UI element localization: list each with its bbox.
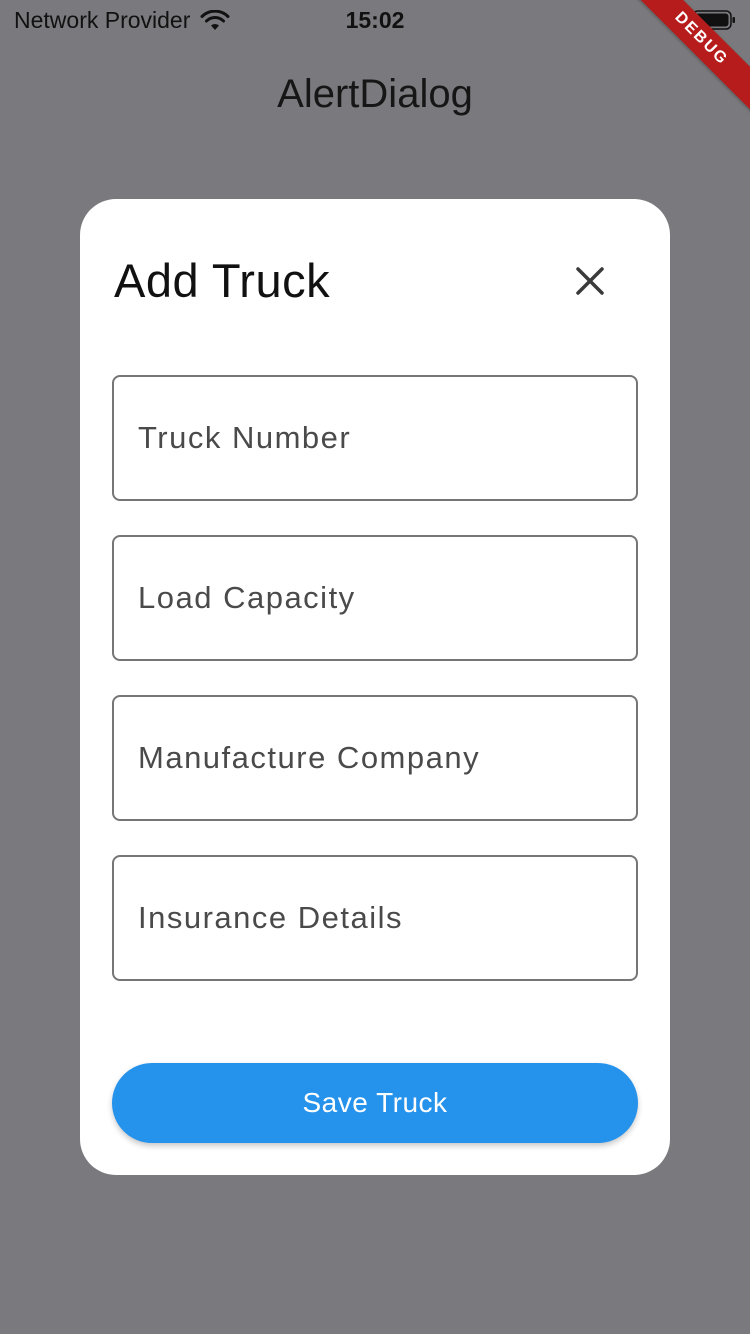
insurance-details-field[interactable]	[112, 855, 638, 981]
manufacture-company-field[interactable]	[112, 695, 638, 821]
status-bar: Network Provider 15:02	[0, 0, 750, 40]
add-truck-dialog: Add Truck Save Truck	[80, 199, 670, 1175]
load-capacity-field[interactable]	[112, 535, 638, 661]
app-bar-title: AlertDialog	[277, 72, 473, 116]
manufacture-company-input[interactable]	[114, 697, 636, 819]
dialog-title: Add Truck	[114, 254, 331, 307]
close-icon[interactable]	[570, 261, 610, 301]
screen: Network Provider 15:02 DEBUG AlertDialog…	[0, 0, 750, 1334]
insurance-details-input[interactable]	[114, 857, 636, 979]
status-time: 15:02	[345, 7, 405, 33]
truck-number-input[interactable]	[114, 377, 636, 499]
truck-number-field[interactable]	[112, 375, 638, 501]
save-truck-button[interactable]: Save Truck	[112, 1063, 638, 1143]
load-capacity-input[interactable]	[114, 537, 636, 659]
